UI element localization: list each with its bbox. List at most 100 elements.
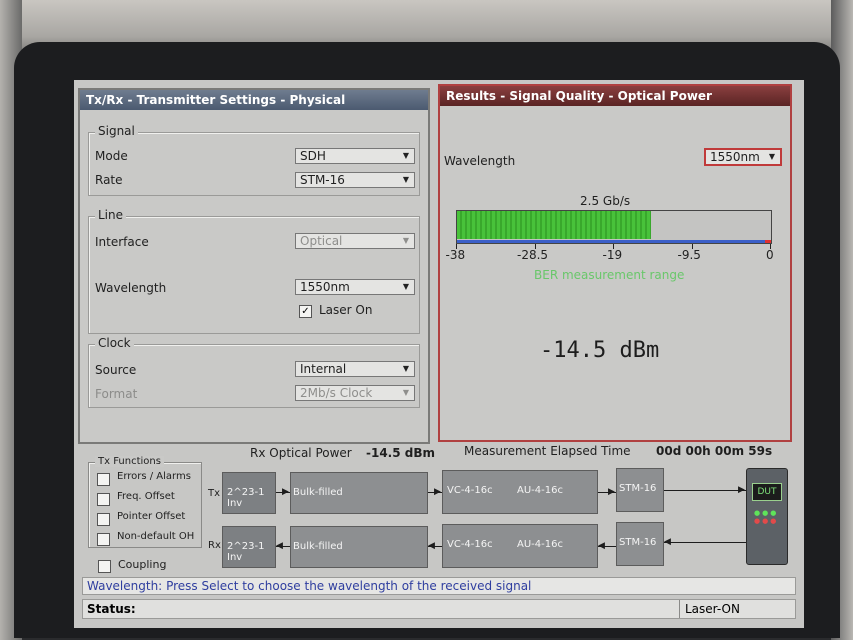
pointer-offset-label: Pointer Offset <box>117 511 186 522</box>
chevron-down-icon: ▼ <box>402 236 410 245</box>
status-label: Status: <box>87 602 136 616</box>
rx-payload-label: Bulk-filled <box>293 541 343 552</box>
non-default-oh-checkbox[interactable] <box>97 533 110 546</box>
arrow-left-icon: ◀ <box>598 541 605 551</box>
rx-optical-power-label: Rx Optical Power <box>250 446 352 460</box>
tx-vc-block[interactable]: VC-4-16c AU-4-16c <box>442 470 598 514</box>
freq-offset-label: Freq. Offset <box>117 491 175 502</box>
rx-au-label: AU-4-16c <box>517 539 563 550</box>
optical-power-gauge <box>456 210 772 244</box>
clock-format-value: 2Mb/s Clock <box>300 386 373 400</box>
wavelength-label: Wavelength <box>95 281 167 295</box>
clock-format-select[interactable]: 2Mb/s Clock ▼ <box>295 385 415 401</box>
rx-row-label: Rx <box>208 540 221 551</box>
optical-power-readout: -14.5 dBm <box>540 338 660 363</box>
transmitter-settings-title: Tx/Rx - Transmitter Settings - Physical <box>80 90 428 110</box>
overload-scale <box>765 240 771 243</box>
ber-range-label: BER measurement range <box>534 268 685 282</box>
rx-stm-label: STM-16 <box>619 537 657 548</box>
transmitter-settings-panel: Tx/Rx - Transmitter Settings - Physical … <box>78 88 430 444</box>
elapsed-time-value: 00d 00h 00m 59s <box>656 444 773 458</box>
tx-stm-label: STM-16 <box>619 483 657 494</box>
rx-payload-block[interactable]: Bulk-filled <box>290 526 428 568</box>
clock-group-label: Clock <box>95 336 134 350</box>
optical-power-gauge-fill <box>457 211 651 239</box>
errors-alarms-label: Errors / Alarms <box>117 471 191 482</box>
tx-wavelength-value: 1550nm <box>300 280 350 294</box>
signal-group: Signal Mode SDH ▼ Rate STM-16 ▼ <box>88 124 420 196</box>
pointer-offset-checkbox[interactable] <box>97 513 110 526</box>
line-rate-label: 2.5 Gb/s <box>580 194 631 208</box>
rate-value: STM-16 <box>300 173 345 187</box>
elapsed-time-label: Measurement Elapsed Time <box>464 444 631 458</box>
chevron-down-icon: ▼ <box>402 364 410 373</box>
clock-group: Clock Source Internal ▼ Format 2Mb/s Clo… <box>88 336 420 408</box>
tx-pattern-label: 2^23-1 Inv <box>227 487 265 509</box>
signal-group-label: Signal <box>95 124 138 138</box>
rx-wavelength-label: Wavelength <box>444 154 516 168</box>
dut-label: DUT <box>757 487 777 497</box>
chevron-down-icon: ▼ <box>402 282 410 291</box>
tx-pattern-block[interactable]: 2^23-1 Inv <box>222 472 276 514</box>
laser-on-label: Laser On <box>319 303 373 317</box>
line-group: Line Interface Optical ▼ Wavelength 1550… <box>88 208 420 334</box>
interface-value: Optical <box>300 234 343 248</box>
rx-link-4 <box>664 542 746 543</box>
tx-payload-label: Bulk-filled <box>293 487 343 498</box>
arrow-right-icon: ▶ <box>608 487 615 497</box>
gauge-tick-label: 0 <box>766 248 774 262</box>
dut-device[interactable]: DUT ●●● ●●● <box>746 468 788 565</box>
arrow-left-icon: ◀ <box>428 541 435 551</box>
format-label: Format <box>95 387 138 401</box>
rate-select[interactable]: STM-16 ▼ <box>295 172 415 188</box>
clock-source-value: Internal <box>300 362 347 376</box>
mode-select[interactable]: SDH ▼ <box>295 148 415 164</box>
rx-wavelength-select[interactable]: 1550nm ▼ <box>704 148 782 166</box>
chevron-down-icon: ▼ <box>402 151 410 160</box>
optical-power-results-title: Results - Signal Quality - Optical Power <box>440 86 790 106</box>
help-hint-bar: Wavelength: Press Select to choose the w… <box>82 577 796 595</box>
rx-vc-block[interactable]: VC-4-16c AU-4-16c <box>442 524 598 568</box>
dut-leds-icon: ●●● ●●● <box>754 509 779 525</box>
arrow-left-icon: ◀ <box>664 537 671 547</box>
dut-screen: DUT <box>752 483 782 501</box>
status-bar: Status: Laser-ON <box>82 599 796 619</box>
tx-au-label: AU-4-16c <box>517 485 563 496</box>
rx-pattern-label: 2^23-1 Inv <box>227 541 265 563</box>
tx-functions-label: Tx Functions <box>95 456 164 467</box>
rx-stm-block[interactable]: STM-16 <box>616 522 664 566</box>
instrument-screen: Tx/Rx - Transmitter Settings - Physical … <box>74 80 804 628</box>
gauge-tick-label: -28.5 <box>517 248 549 262</box>
tx-link-4 <box>664 490 746 491</box>
coupling-checkbox[interactable] <box>98 560 111 573</box>
rx-vc-label: VC-4-16c <box>447 539 493 550</box>
arrow-left-icon: ◀ <box>276 541 283 551</box>
tx-vc-label: VC-4-16c <box>447 485 493 496</box>
rx-wavelength-value: 1550nm <box>710 150 760 164</box>
arrow-right-icon: ▶ <box>282 487 289 497</box>
help-hint-text: Press Select to choose the wavelength of… <box>166 579 532 593</box>
errors-alarms-checkbox[interactable] <box>97 473 110 486</box>
freq-offset-checkbox[interactable] <box>97 493 110 506</box>
arrow-right-icon: ▶ <box>434 487 441 497</box>
line-group-label: Line <box>95 208 127 222</box>
optical-power-results-panel: Results - Signal Quality - Optical Power… <box>438 84 792 442</box>
interface-label: Interface <box>95 235 149 249</box>
interface-select[interactable]: Optical ▼ <box>295 233 415 249</box>
tx-payload-block[interactable]: Bulk-filled <box>290 472 428 514</box>
tx-stm-block[interactable]: STM-16 <box>616 468 664 512</box>
chevron-down-icon: ▼ <box>402 175 410 184</box>
rx-pattern-block[interactable]: 2^23-1 Inv <box>222 526 276 568</box>
clock-source-select[interactable]: Internal ▼ <box>295 361 415 377</box>
ber-range-scale <box>457 240 765 243</box>
laser-on-checkbox[interactable]: ✓ <box>299 305 312 318</box>
gauge-tick-label: -38 <box>445 248 466 262</box>
tx-wavelength-select[interactable]: 1550nm ▼ <box>295 279 415 295</box>
mode-label: Mode <box>95 149 128 163</box>
coupling-label: Coupling <box>118 558 167 571</box>
rate-label: Rate <box>95 173 123 187</box>
source-label: Source <box>95 363 137 377</box>
mode-value: SDH <box>300 149 326 163</box>
help-hint-prefix: Wavelength: <box>87 579 163 593</box>
tx-row-label: Tx <box>208 488 221 499</box>
